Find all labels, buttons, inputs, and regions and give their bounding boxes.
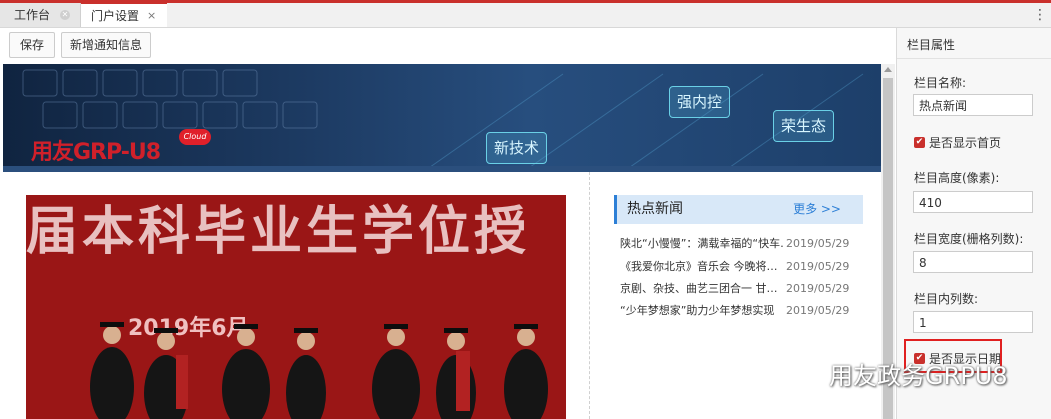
news-item[interactable]: “少年梦想家”助力少年梦想实现 2019/05/29	[620, 301, 860, 321]
cloud-badge: Cloud	[179, 129, 211, 145]
banner-tag-ecosystem: 荣生态	[773, 110, 835, 142]
news-item-title: 《我爱你北京》音乐会 今晚将…	[620, 260, 778, 273]
cols-input[interactable]: 1	[913, 311, 1033, 333]
news-item[interactable]: 《我爱你北京》音乐会 今晚将… 2019/05/29	[620, 257, 860, 277]
brand-logo: 用友GRP-U8	[31, 140, 161, 165]
banner-bottom-strip	[3, 166, 881, 172]
tab-portal-settings-label: 门户设置	[91, 9, 140, 23]
news-item[interactable]: 京剧、杂技、曲艺三团合一 甘… 2019/05/29	[620, 279, 860, 299]
more-link[interactable]: 更多 >>	[793, 195, 841, 224]
close-icon[interactable]: ✕	[60, 10, 70, 20]
add-notice-button[interactable]: 新增通知信息	[61, 32, 151, 58]
tab-portal-settings[interactable]: 门户设置 ×	[81, 2, 167, 27]
news-item-title: 京剧、杂技、曲艺三团合一 甘…	[620, 282, 778, 295]
width-label: 栏目宽度(栅格列数):	[914, 232, 1024, 246]
banner-tag-new-tech: 新技术	[486, 132, 548, 164]
news-item-date: 2019/05/29	[786, 282, 850, 295]
more-menu-icon[interactable]: ⋮	[1033, 6, 1047, 24]
news-item-title: “少年梦想家”助力少年梦想实现	[620, 304, 775, 317]
hot-news-title: 热点新闻	[627, 201, 683, 217]
height-input[interactable]: 410	[913, 191, 1033, 213]
hot-news-header: 热点新闻 更多 >>	[614, 195, 863, 224]
close-icon[interactable]: ×	[147, 4, 156, 28]
portal-preview: 用友GRP-U8 Cloud 强内控 荣生态 新技术 届本科毕业生学位授 201…	[3, 64, 881, 419]
watermark-text: 用友政务GRPU8	[829, 362, 1008, 390]
wechat-icon	[786, 357, 823, 383]
news-item-date: 2019/05/29	[786, 237, 850, 250]
save-button[interactable]: 保存	[9, 32, 55, 58]
portal-banner: 用友GRP-U8 Cloud 强内控 荣生态 新技术	[3, 64, 881, 172]
tab-workbench[interactable]: 工作台 ✕	[0, 3, 81, 27]
tab-bar: 工作台 ✕ 门户设置 × ⋮	[0, 2, 1051, 28]
show-home-label: 是否显示首页	[929, 136, 1002, 150]
tab-workbench-label: 工作台	[14, 8, 51, 22]
width-input[interactable]: 8	[913, 251, 1033, 273]
scroll-up-icon[interactable]	[884, 67, 892, 72]
show-home-checkbox[interactable]: ✔	[914, 137, 925, 148]
news-photo[interactable]: 届本科毕业生学位授 2019年6月	[26, 195, 566, 419]
graduates-figures	[90, 322, 548, 419]
cols-label: 栏目内列数:	[914, 292, 979, 306]
photo-headline: 届本科毕业生学位授	[26, 201, 531, 262]
banner-tag-internal-control: 强内控	[669, 86, 731, 118]
panel-divider	[897, 58, 1051, 59]
height-label: 栏目高度(像素):	[914, 171, 1000, 185]
toolbar: 保存 新增通知信息	[0, 28, 896, 62]
news-item-date: 2019/05/29	[786, 260, 850, 273]
name-label: 栏目名称:	[914, 76, 967, 90]
news-item-date: 2019/05/29	[786, 304, 850, 317]
panel-title: 栏目属性	[907, 38, 956, 52]
news-item-title: 陕北“小慢慢”：满载幸福的“快车…	[620, 237, 784, 250]
name-input[interactable]: 热点新闻	[913, 94, 1033, 116]
news-item[interactable]: 陕北“小慢慢”：满载幸福的“快车… 2019/05/29	[620, 234, 860, 254]
column-divider	[589, 172, 590, 419]
